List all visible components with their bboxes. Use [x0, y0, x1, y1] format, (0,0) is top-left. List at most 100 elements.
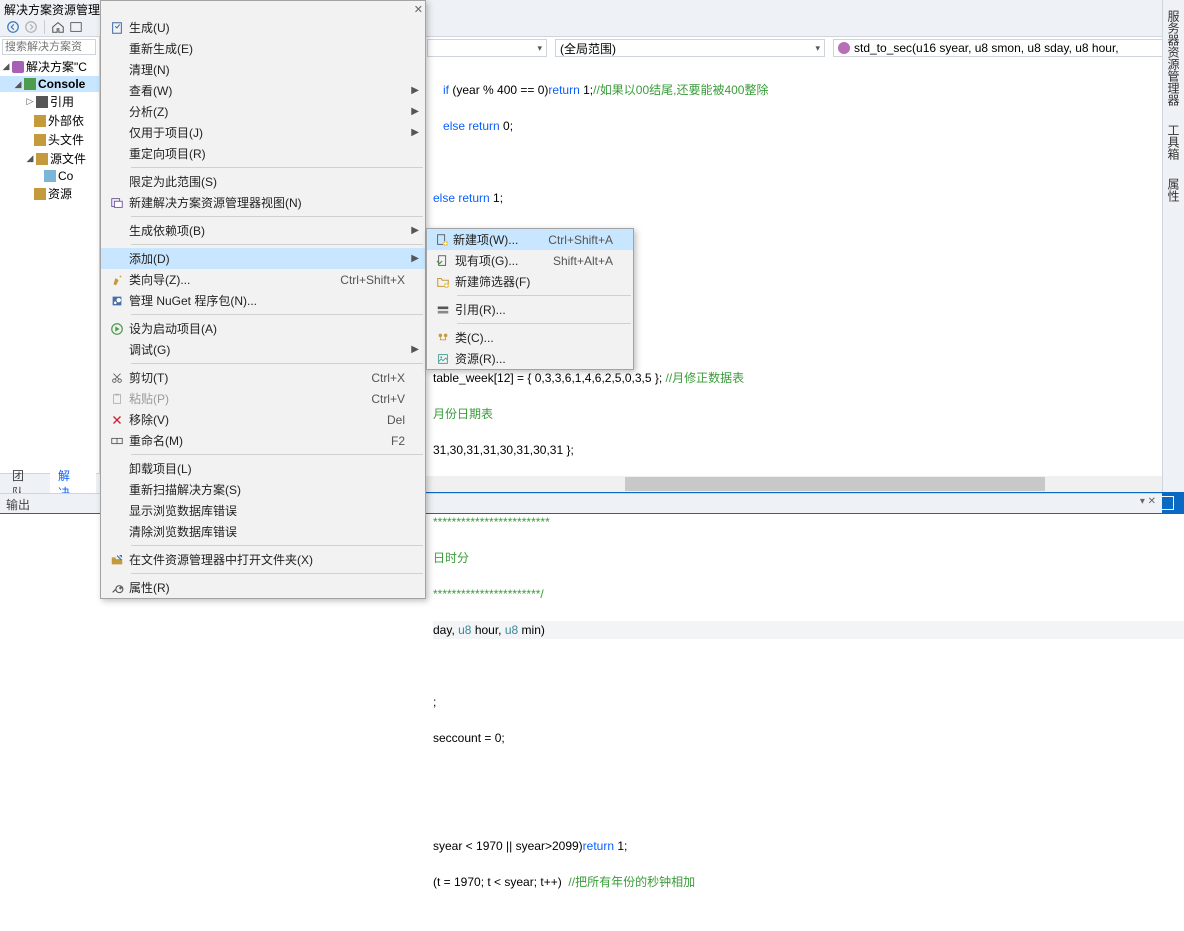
menu-shortcut: Ctrl+Shift+A [548, 233, 613, 247]
menu-label: 设为启动项目(A) [129, 320, 405, 337]
menu-label: 调试(G) [129, 341, 405, 358]
menu-label: 清除浏览数据库错误 [129, 523, 405, 540]
menu-label: 现有项(G)... [455, 252, 523, 269]
menu-label: 限定为此范围(S) [129, 173, 405, 190]
new-item-icon [431, 233, 453, 247]
menu-item[interactable]: 卸载项目(L) [101, 458, 425, 479]
tree-project-console[interactable]: ◢Console [0, 76, 99, 92]
scope-combo[interactable]: (全局范围)▾ [555, 39, 825, 57]
menu-item[interactable]: 移除(V) Del [101, 409, 425, 430]
menu-label: 移除(V) [129, 411, 357, 428]
ref-icon [431, 303, 455, 317]
horizontal-scrollbar[interactable] [425, 476, 1168, 492]
tree-item-external[interactable]: 外部依 [0, 111, 99, 130]
menu-item[interactable]: 资源(R)... [427, 348, 633, 369]
menu-shortcut: F2 [391, 434, 405, 448]
menu-item[interactable]: 重新扫描解决方案(S) [101, 479, 425, 500]
wizard-icon [105, 273, 129, 287]
tree-item-headers[interactable]: 头文件 [0, 130, 99, 149]
menu-item[interactable]: 生成依赖项(B)▶ [101, 220, 425, 241]
menu-item[interactable]: 添加(D)▶ [101, 248, 425, 269]
left-panel-tabs: 团队… 解决… [0, 473, 100, 493]
menu-label: 新建筛选器(F) [455, 273, 613, 290]
menu-label: 重新扫描解决方案(S) [129, 481, 405, 498]
menu-item[interactable]: 引用(R)... [427, 299, 633, 320]
menu-item[interactable]: 管理 NuGet 程序包(N)... [101, 290, 425, 311]
menu-shortcut: Ctrl+V [371, 392, 405, 406]
menu-label: 在文件资源管理器中打开文件夹(X) [129, 551, 405, 568]
tree-item-sources[interactable]: ◢源文件 [0, 149, 99, 168]
menu-label: 查看(W) [129, 82, 405, 99]
menu-label: 重新生成(E) [129, 40, 405, 57]
menu-item[interactable]: 清除浏览数据库错误 [101, 521, 425, 542]
menu-label: 生成(U) [129, 19, 405, 36]
menu-item[interactable]: 类(C)... [427, 327, 633, 348]
props-icon [105, 581, 129, 595]
paste-icon [105, 392, 129, 406]
menu-item[interactable]: 现有项(G)...Shift+Alt+A [427, 250, 633, 271]
add-submenu[interactable]: 新建项(W)...Ctrl+Shift+A现有项(G)...Shift+Alt+… [426, 228, 634, 370]
search-solution-input[interactable] [2, 39, 96, 55]
menu-item[interactable]: 清理(N) [101, 59, 425, 80]
scope-combo-small[interactable]: ▾ [427, 39, 547, 57]
existing-icon [431, 254, 455, 268]
tree-item-resources[interactable]: 资源 [0, 184, 99, 203]
function-combo[interactable]: std_to_sec(u16 syear, u8 smon, u8 sday, … [833, 39, 1182, 57]
back-icon[interactable] [6, 20, 20, 34]
tree-solution-root[interactable]: ◢解决方案"C [0, 57, 99, 76]
menu-shortcut: Del [387, 413, 405, 427]
menu-label: 新建解决方案资源管理器视图(N) [129, 194, 405, 211]
menu-item[interactable]: 调试(G) ▶ [101, 339, 425, 360]
tree-item-references[interactable]: ▷引用 [0, 92, 99, 111]
tree-item-file[interactable]: Co [0, 168, 99, 184]
menu-label: 资源(R)... [455, 350, 613, 367]
menu-item[interactable]: 限定为此范围(S) [101, 171, 425, 192]
new-view-icon [105, 196, 129, 210]
menu-item[interactable]: 类向导(Z)...Ctrl+Shift+X [101, 269, 425, 290]
rename-icon [105, 434, 129, 448]
solution-tree[interactable]: ◢解决方案"C ◢Console ▷引用 外部依 头文件 ◢源文件 Co 资源 [0, 57, 99, 203]
submenu-arrow-icon: ▶ [411, 344, 419, 355]
menu-label: 引用(R)... [455, 301, 613, 318]
menu-label: 类(C)... [455, 329, 613, 346]
menu-item[interactable]: 新建解决方案资源管理器视图(N) [101, 192, 425, 213]
menu-item[interactable]: 粘贴(P)Ctrl+V [101, 388, 425, 409]
menu-item[interactable]: 显示浏览数据库错误 [101, 500, 425, 521]
vtab-server-explorer[interactable]: 服务器资源管理器 [1163, 6, 1184, 110]
menu-label: 卸载项目(L) [129, 460, 405, 477]
build-icon [105, 21, 129, 35]
menu-item[interactable]: 设为启动项目(A) [101, 318, 425, 339]
menu-item[interactable]: 重命名(M) F2 [101, 430, 425, 451]
menu-label: 仅用于项目(J) [129, 124, 405, 141]
menu-item[interactable]: 新建项(W)...Ctrl+Shift+A [427, 229, 633, 250]
menu-item[interactable]: 重新生成(E) [101, 38, 425, 59]
menu-label: 显示浏览数据库错误 [129, 502, 405, 519]
project-context-menu[interactable]: ✕ 生成(U)重新生成(E)清理(N)查看(W)▶分析(Z)▶仅用于项目(J)▶… [100, 0, 426, 599]
menu-item[interactable]: 新建筛选器(F) [427, 271, 633, 292]
home-icon[interactable] [51, 20, 65, 34]
forward-icon[interactable] [24, 20, 38, 34]
menu-item[interactable]: 仅用于项目(J) ▶ [101, 122, 425, 143]
sync-icon[interactable] [69, 20, 83, 34]
class-icon [431, 331, 455, 345]
submenu-arrow-icon: ▶ [411, 225, 419, 236]
menu-item[interactable]: 分析(Z)▶ [101, 101, 425, 122]
resource-icon [431, 352, 455, 366]
menu-label: 管理 NuGet 程序包(N)... [129, 292, 405, 309]
menu-item[interactable]: 在文件资源管理器中打开文件夹(X) [101, 549, 425, 570]
menu-item[interactable]: 属性(R) [101, 577, 425, 598]
remove-icon [105, 413, 129, 427]
menu-item[interactable]: 生成(U) [101, 17, 425, 38]
context-menu-close-icon[interactable]: ✕ [414, 3, 423, 16]
submenu-arrow-icon: ▶ [411, 127, 419, 138]
menu-label: 重命名(M) [129, 432, 361, 449]
menu-item[interactable]: 重定向项目(R) [101, 143, 425, 164]
menu-item[interactable]: 查看(W) ▶ [101, 80, 425, 101]
menu-label: 剪切(T) [129, 369, 341, 386]
menu-item[interactable]: 剪切(T)Ctrl+X [101, 367, 425, 388]
submenu-arrow-icon: ▶ [411, 106, 419, 117]
solution-explorer-title: 解决方案资源管理 [4, 1, 100, 18]
vtab-toolbox[interactable]: 工具箱 [1163, 120, 1184, 164]
vtab-properties[interactable]: 属性 [1163, 174, 1184, 206]
submenu-arrow-icon: ▶ [411, 85, 419, 96]
